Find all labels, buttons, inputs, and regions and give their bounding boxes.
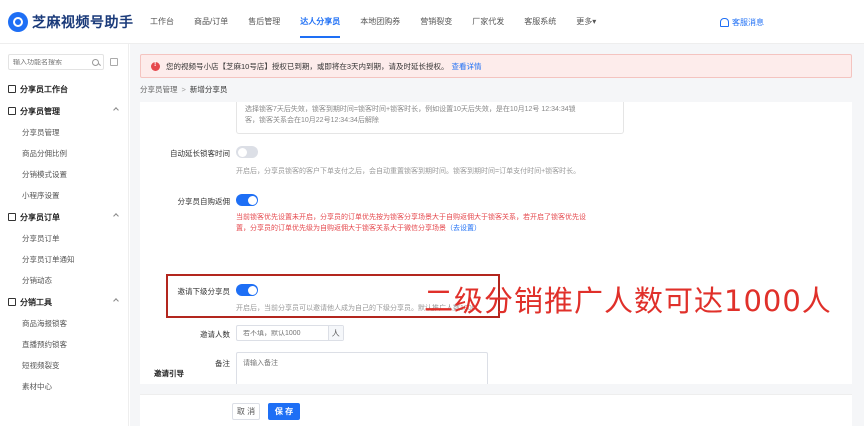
nav-item-after-sales[interactable]: 售后管理 bbox=[238, 0, 290, 44]
sidebar-item-distribution-mode[interactable]: 分销模式设置 bbox=[0, 164, 128, 185]
remark-textarea[interactable] bbox=[237, 353, 487, 384]
self-buy-toggle[interactable] bbox=[236, 194, 258, 206]
invite-label: 邀请下级分享员 bbox=[177, 287, 231, 296]
invite-toggle[interactable] bbox=[236, 284, 258, 296]
breadcrumb-parent[interactable]: 分享员管理 bbox=[140, 85, 178, 94]
menu-layout-icon[interactable] bbox=[110, 58, 118, 66]
breadcrumb-separator: > bbox=[181, 85, 186, 94]
sidebar-item-short-video[interactable]: 短视频裂变 bbox=[0, 355, 128, 376]
save-button[interactable]: 保 存 bbox=[268, 403, 300, 420]
page-scrollbar[interactable] bbox=[852, 44, 864, 426]
bell-icon bbox=[720, 17, 729, 27]
chevron-up-icon bbox=[113, 298, 119, 304]
lock-note: 选择锁客7天后失效，锁客到期时间=锁客时间+锁客时长，例如设置10天后失效，是在… bbox=[236, 102, 624, 134]
invite-count-unit: 人 bbox=[327, 326, 343, 340]
toggle-knob bbox=[237, 147, 247, 157]
sidebar-item-order-notify[interactable]: 分享员订单通知 bbox=[0, 249, 128, 270]
go-settings-link[interactable]: （去设置） bbox=[446, 225, 481, 232]
lock-note-line: 选择锁客7天后失效，锁客到期时间=锁客时间+锁客时长，例如设置10天后失效，是在… bbox=[245, 106, 576, 113]
sidebar-item-live-booking[interactable]: 直播预约锁客 bbox=[0, 334, 128, 355]
sidebar-search[interactable] bbox=[8, 54, 104, 70]
main-content: 您的视频号小店【芝麻10号店】授权已到期，或即将在3天内到期，请及时延长授权。 … bbox=[130, 44, 864, 426]
warning-icon bbox=[151, 61, 160, 71]
tools-icon bbox=[8, 298, 16, 306]
home-icon bbox=[8, 85, 16, 93]
form-footer: 取 消 保 存 bbox=[140, 394, 852, 426]
self-buy-help-text: 置，分享员的订单优先级为自购返佣大于锁客关系大于微信分享场景 bbox=[236, 225, 446, 232]
self-buy-help-line: 当前锁客优先设置未开启，分享员的订单优先按为锁客分享场景大于自购返佣大于锁客关系… bbox=[236, 214, 586, 221]
sidebar-item-commission-ratio[interactable]: 商品分佣比例 bbox=[0, 143, 128, 164]
app-logo[interactable]: 芝麻视频号助手 bbox=[0, 11, 140, 32]
auth-alert-text: 您的视频号小店【芝麻10号店】授权已到期，或即将在3天内到期，请及时延长授权。 bbox=[166, 61, 449, 71]
sidebar-group-label: 分享员订单 bbox=[20, 212, 60, 222]
chevron-up-icon bbox=[113, 213, 119, 219]
sidebar-group-distribution-tools[interactable]: 分销工具 bbox=[0, 291, 128, 313]
sidebar-group-sharer-management[interactable]: 分享员管理 bbox=[0, 100, 128, 122]
breadcrumb: 分享员管理 > 新增分享员 bbox=[140, 84, 227, 95]
auto-extend-toggle[interactable] bbox=[236, 146, 258, 158]
remark-field[interactable] bbox=[236, 352, 488, 384]
orders-icon bbox=[8, 213, 16, 221]
sidebar-item-materials[interactable]: 素材中心 bbox=[0, 376, 128, 397]
top-bar: 芝麻视频号助手 工作台 商品/订单 售后管理 达人分享员 本地团购券 营销裂变 … bbox=[0, 0, 864, 44]
nav-item-workbench[interactable]: 工作台 bbox=[140, 0, 184, 44]
chevron-up-icon bbox=[113, 107, 119, 113]
sidebar: 分享员工作台 分享员管理 分享员管理 商品分佣比例 分销模式设置 小程序设置 分… bbox=[0, 44, 129, 426]
users-icon bbox=[8, 107, 16, 115]
toggle-knob bbox=[247, 285, 257, 295]
self-buy-help: 当前锁客优先设置未开启，分享员的订单优先按为锁客分享场景大于自购返佣大于锁客关系… bbox=[236, 212, 846, 234]
self-buy-label: 分享员自购返佣 bbox=[177, 197, 231, 206]
auto-extend-label: 自动延长锁客时间 bbox=[170, 149, 230, 158]
logo-icon bbox=[8, 11, 28, 32]
nav-item-sharers[interactable]: 达人分享员 bbox=[290, 0, 350, 44]
auth-alert-link[interactable]: 查看详情 bbox=[452, 61, 482, 72]
toggle-knob bbox=[247, 195, 257, 205]
invite-guide-title: 邀请引导 bbox=[154, 369, 184, 378]
nav-item-marketing[interactable]: 营销裂变 bbox=[410, 0, 462, 44]
sidebar-item-distribution-feed[interactable]: 分销动态 bbox=[0, 270, 128, 291]
sidebar-group-label: 分享员管理 bbox=[20, 106, 60, 116]
nav-item-local-coupons[interactable]: 本地团购券 bbox=[350, 0, 410, 44]
service-messages-label: 客服消息 bbox=[732, 17, 764, 27]
sidebar-search-row bbox=[0, 44, 128, 78]
sidebar-item-mini-program[interactable]: 小程序设置 bbox=[0, 185, 128, 206]
auth-alert: 您的视频号小店【芝麻10号店】授权已到期，或即将在3天内到期，请及时延长授权。 … bbox=[140, 54, 852, 78]
search-icon[interactable] bbox=[92, 58, 99, 66]
breadcrumb-current: 新增分享员 bbox=[189, 85, 228, 94]
sidebar-search-input[interactable] bbox=[13, 58, 87, 66]
sidebar-group-sharer-orders[interactable]: 分享员订单 bbox=[0, 206, 128, 228]
nav-item-more[interactable]: 更多▾ bbox=[566, 0, 606, 44]
sidebar-group-label: 分销工具 bbox=[20, 297, 52, 307]
form-panel: 选择锁客7天后失效，锁客到期时间=锁客时间+锁客时长，例如设置10天后失效，是在… bbox=[140, 102, 852, 384]
invite-count-label: 邀请人数 bbox=[200, 330, 230, 339]
invite-count-field[interactable]: 人 bbox=[236, 325, 344, 341]
auto-extend-help: 开启后，分享员锁客的客户下单支付之后，会自动重置锁客到期时间。锁客到期时间=订单… bbox=[236, 168, 581, 175]
lock-note-line: 客，锁客关系会在10月22号12:34:34后解除 bbox=[245, 117, 379, 124]
sidebar-item-goods-poster[interactable]: 商品海报锁客 bbox=[0, 313, 128, 334]
sidebar-workbench-label: 分享员工作台 bbox=[20, 84, 68, 94]
promo-overlay-text: 二级分销推广人数可达1000人 bbox=[424, 284, 832, 318]
app-title: 芝麻视频号助手 bbox=[32, 13, 134, 30]
sidebar-workbench[interactable]: 分享员工作台 bbox=[0, 78, 128, 100]
self-buy-help-line2: 置，分享员的订单优先级为自购返佣大于锁客关系大于微信分享场景（去设置） bbox=[236, 223, 846, 234]
sidebar-item-sharer-orders[interactable]: 分享员订单 bbox=[0, 228, 128, 249]
service-messages[interactable]: 客服消息 bbox=[720, 0, 764, 44]
sidebar-item-sharer-management[interactable]: 分享员管理 bbox=[0, 122, 128, 143]
nav-item-goods-orders[interactable]: 商品/订单 bbox=[184, 0, 238, 44]
cancel-button[interactable]: 取 消 bbox=[232, 403, 260, 420]
nav-item-dropship[interactable]: 厂家代发 bbox=[462, 0, 514, 44]
invite-count-input[interactable] bbox=[237, 329, 328, 337]
top-nav: 工作台 商品/订单 售后管理 达人分享员 本地团购券 营销裂变 厂家代发 客服系… bbox=[140, 0, 606, 44]
nav-item-customer-service[interactable]: 客服系统 bbox=[514, 0, 566, 44]
